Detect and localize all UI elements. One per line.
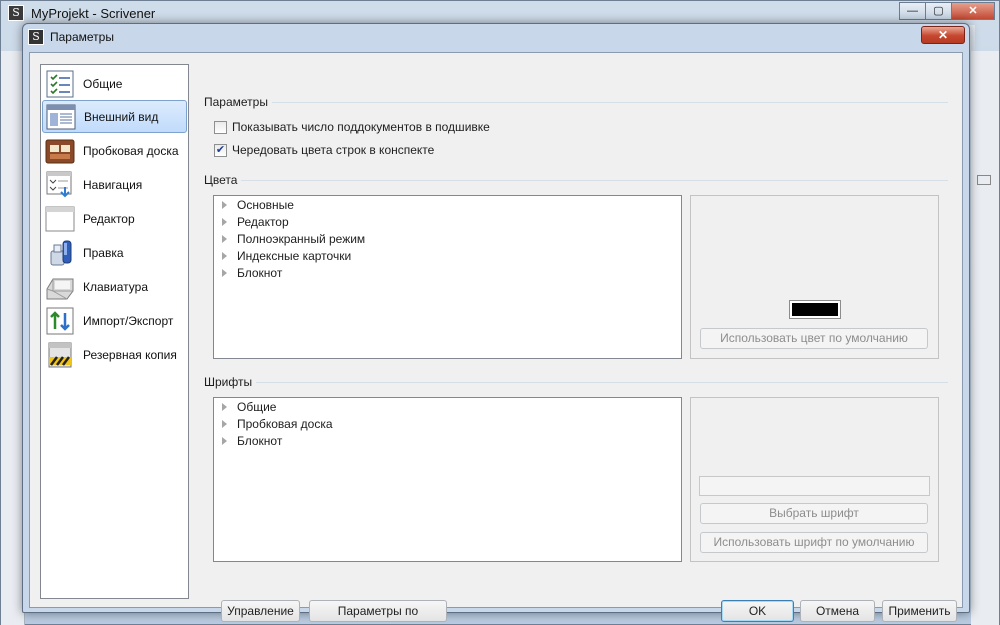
choose-font-button[interactable]: Выбрать шрифт [700,503,928,524]
preferences-dialog: S Параметры ✕ Общие Внешний вид Пробкова… [22,23,970,625]
option-alternate-row-colors[interactable]: ✔ Чередовать цвета строк в конспекте [214,142,434,158]
params-section-title: Параметры [204,95,272,109]
expand-arrow-icon[interactable] [222,200,227,209]
tree-item-label: Индексные карточки [237,248,352,263]
color-preview-panel: Использовать цвет по умолчанию [690,195,939,359]
preferences-sidebar: Общие Внешний вид Пробковая доска Навига… [40,64,189,599]
sidebar-item-label: Навигация [83,177,143,192]
fonts-section-header: Шрифты [204,375,948,389]
checkbox-unchecked[interactable] [214,120,227,134]
sidebar-item-import-export[interactable]: Импорт/Экспорт [42,304,187,337]
tree-item-label: Общие [237,399,277,414]
tree-item[interactable]: Редактор [222,213,289,230]
tree-item-label: Полноэкранный режим [237,231,366,246]
tree-item[interactable]: Полноэкранный режим [222,230,365,247]
editor-window-icon [45,205,75,233]
tree-item-label: Пробковая доска [237,416,333,431]
colors-section-title: Цвета [204,173,242,187]
navigation-icon [45,171,75,199]
checkbox-checked[interactable]: ✔ [214,143,227,157]
color-swatch-button[interactable] [789,300,841,319]
cancel-button[interactable]: Отмена [800,600,875,622]
expand-arrow-icon[interactable] [222,234,227,243]
dialog-client-area: Общие Внешний вид Пробковая доска Навига… [29,52,963,625]
restore-defaults-button[interactable]: Параметры по умолчанию [309,600,447,625]
dialog-close-button[interactable]: ✕ [921,26,965,44]
sidebar-item-corkboard[interactable]: Пробковая доска [42,134,187,167]
dialog-app-icon: S [28,29,44,45]
sidebar-item-label: Внешний вид [84,109,159,124]
option-label: Чередовать цвета строк в конспекте [232,143,435,157]
sidebar-item-general[interactable]: Общие [42,67,187,100]
tree-item-label: Основные [237,197,294,212]
tree-item-label: Блокнот [237,433,283,448]
expand-arrow-icon[interactable] [222,436,227,445]
manage-label: Управление [227,604,294,618]
main-window-title: MyProjekt - Scrivener [31,6,156,21]
tree-item-label: Блокнот [237,265,283,280]
fonts-section-title: Шрифты [204,375,257,389]
tree-item[interactable]: Общие [222,398,276,415]
backup-box-icon [45,341,75,369]
edit-bottle-icon [45,239,75,267]
maximize-button[interactable]: ▢ [925,2,951,20]
option-show-subdoc-count[interactable]: Показывать число поддокументов в подшивк… [214,119,490,135]
dialog-title: Параметры [50,30,114,44]
sidebar-item-appearance[interactable]: Внешний вид [42,100,187,133]
apply-button[interactable]: Применить [882,600,957,622]
colors-tree[interactable]: Основные Редактор Полноэкранный режим Ин… [213,195,682,359]
expand-arrow-icon[interactable] [222,217,227,226]
use-default-color-button[interactable]: Использовать цвет по умолчанию [700,328,928,349]
sidebar-item-label: Правка [83,245,124,260]
tree-item-label: Редактор [237,214,289,229]
import-export-arrows-icon [45,307,75,335]
corkboard-icon [45,137,75,165]
color-swatch-fill [792,303,838,316]
sidebar-item-navigation[interactable]: Навигация [42,168,187,201]
option-label: Показывать число поддокументов в подшивк… [232,120,490,134]
main-close-button[interactable]: ✕ [951,2,995,20]
keyboard-key-icon [45,273,75,301]
tree-item[interactable]: Блокнот [222,432,282,449]
sidebar-item-label: Пробковая доска [83,143,179,158]
main-titlebar: S MyProjekt - Scrivener — ▢ ✕ [1,1,1000,25]
colors-section-header: Цвета [204,173,948,187]
sidebar-item-label: Редактор [83,211,135,226]
checklist-icon [45,70,75,98]
expand-arrow-icon[interactable] [222,268,227,277]
sidebar-item-backup[interactable]: Резервная копия [42,338,187,371]
expand-arrow-icon[interactable] [222,402,227,411]
tree-item[interactable]: Блокнот [222,264,282,281]
expand-arrow-icon[interactable] [222,251,227,260]
params-section-header: Параметры [204,95,948,109]
sidebar-item-keyboard[interactable]: Клавиатура [42,270,187,303]
sidebar-item-label: Общие [83,76,123,91]
menu-lines-icon[interactable] [977,175,991,185]
expand-arrow-icon[interactable] [222,419,227,428]
dialog-titlebar: S Параметры ✕ [23,24,969,50]
use-default-font-button[interactable]: Использовать шрифт по умолчанию [700,532,928,553]
font-preview-field [699,476,930,496]
window-controls: — ▢ ✕ [899,2,995,20]
ok-button[interactable]: OK [721,600,794,622]
manage-dropdown-button[interactable]: Управление [221,600,300,622]
sidebar-item-editor[interactable]: Редактор [42,202,187,235]
scrivener-app-icon: S [8,5,24,21]
sidebar-item-edit[interactable]: Правка [42,236,187,269]
appearance-window-icon [46,103,76,131]
minimize-button[interactable]: — [899,2,925,20]
tree-item[interactable]: Пробковая доска [222,415,333,432]
tree-item[interactable]: Индексные карточки [222,247,351,264]
font-preview-panel: Выбрать шрифт Использовать шрифт по умол… [690,397,939,562]
fonts-tree[interactable]: Общие Пробковая доска Блокнот [213,397,682,562]
sidebar-item-label: Импорт/Экспорт [83,313,174,328]
sidebar-item-label: Клавиатура [83,279,148,294]
main-right-pane [971,51,999,625]
sidebar-item-label: Резервная копия [83,347,177,362]
tree-item[interactable]: Основные [222,196,294,213]
